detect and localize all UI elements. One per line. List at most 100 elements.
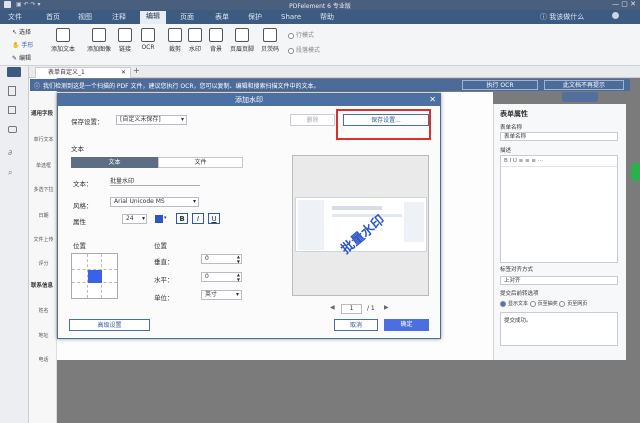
- cancel-button[interactable]: 取消: [334, 319, 378, 331]
- field-address[interactable]: 地址: [31, 332, 56, 339]
- tab-text[interactable]: 文本: [71, 157, 158, 168]
- new-tab-icon[interactable]: +: [133, 66, 140, 75]
- ocr-icon: [141, 28, 155, 42]
- run-ocr-button[interactable]: 执行 OCR: [462, 80, 538, 90]
- tool-hand[interactable]: ✋ 手形: [12, 40, 33, 49]
- next-page-icon[interactable]: ▶: [384, 304, 389, 311]
- watermark-button[interactable]: 水印: [184, 28, 206, 53]
- cursor-icon: ↖: [12, 29, 18, 36]
- add-text-button[interactable]: 添加文本: [50, 28, 76, 53]
- bold-toggle[interactable]: B: [176, 213, 188, 224]
- help-search-link[interactable]: ⓘ 我该做什么: [540, 12, 584, 22]
- watermark-text-input[interactable]: 批量水印: [110, 176, 200, 186]
- ocr-button[interactable]: OCR: [137, 28, 159, 51]
- unit-select[interactable]: 英寸 ▾: [201, 290, 242, 300]
- prev-page-icon[interactable]: ◀: [330, 304, 335, 311]
- spinner-icon[interactable]: ▲ ▼: [237, 272, 240, 282]
- header-footer-button[interactable]: 页眉页脚: [228, 28, 256, 53]
- option-lottery[interactable]: 页至抽奖: [529, 300, 558, 307]
- background-icon: [209, 28, 223, 42]
- option-show-text[interactable]: 显示文本: [500, 300, 528, 307]
- menu-help[interactable]: 帮助: [320, 12, 334, 22]
- menu-form[interactable]: 表单: [215, 12, 229, 22]
- font-color-swatch[interactable]: [155, 215, 163, 223]
- field-radio[interactable]: 单选框: [31, 162, 56, 169]
- menu-protect[interactable]: 保护: [248, 12, 262, 22]
- tool-select[interactable]: ↖ 选择: [12, 27, 31, 36]
- field-single-text[interactable]: 单行文本: [31, 136, 56, 143]
- dismiss-ocr-button[interactable]: 此文档不再提示: [544, 80, 624, 90]
- watermark-icon: [188, 28, 202, 42]
- comment-icon[interactable]: [8, 126, 17, 133]
- link-button[interactable]: 链接: [114, 28, 136, 53]
- position-grid[interactable]: [71, 253, 118, 299]
- success-text-input[interactable]: 提交成功。: [500, 312, 618, 346]
- page-total: / 1: [367, 305, 375, 312]
- horizontal-offset-input[interactable]: 0 ▲ ▼: [201, 272, 242, 282]
- close-tab-icon[interactable]: ✕: [121, 68, 126, 78]
- crop-button[interactable]: 裁剪: [164, 28, 186, 53]
- position-center-cell[interactable]: [88, 270, 102, 283]
- document-tab[interactable]: 表单自定义_1 ✕: [35, 67, 131, 78]
- underline-toggle[interactable]: U: [208, 213, 220, 224]
- pages-icon[interactable]: [8, 86, 16, 96]
- advanced-settings-button[interactable]: 高级设置: [69, 319, 150, 331]
- text-icon: [56, 28, 70, 42]
- contact-heading: 联系信息: [31, 283, 54, 289]
- add-image-button[interactable]: 添加图像: [86, 28, 112, 53]
- tab-file[interactable]: 文件: [158, 157, 243, 168]
- view-toggle-icons[interactable]: [562, 92, 598, 102]
- radio-selected-icon: [500, 300, 506, 307]
- italic-toggle[interactable]: I: [192, 213, 204, 224]
- dialog-close-icon[interactable]: ✕: [429, 95, 436, 104]
- bookmark-icon[interactable]: [8, 106, 16, 114]
- form-name-input[interactable]: 表单名称: [500, 132, 618, 141]
- menu-page[interactable]: 页面: [180, 12, 194, 22]
- spinner-icon[interactable]: ▲ ▼: [237, 254, 240, 264]
- ok-button[interactable]: 确定: [384, 319, 429, 331]
- paragraph-mode-option[interactable]: 段落模式: [288, 45, 320, 54]
- vertical-label: 垂直：: [154, 258, 174, 266]
- field-multiselect[interactable]: 多选下拉: [31, 186, 56, 193]
- window-controls[interactable]: — ▢ ✕: [612, 0, 636, 8]
- menu-file[interactable]: 文件: [8, 12, 22, 22]
- account-icon[interactable]: [612, 12, 619, 19]
- home-icon[interactable]: [7, 67, 21, 77]
- background-button[interactable]: 背景: [205, 28, 227, 53]
- delete-preset-button[interactable]: 删除: [290, 114, 335, 126]
- menu-comment[interactable]: 注释: [112, 12, 126, 22]
- field-phone[interactable]: 电话: [31, 356, 56, 363]
- ocr-message: 我们检测到这是一个扫描的 PDF 文件，建议您执行 OCR，您可以复制、编辑和搜…: [43, 83, 320, 90]
- font-select[interactable]: Arial Unicode MS ▾: [110, 197, 199, 207]
- field-date[interactable]: 日期: [31, 212, 56, 219]
- preset-select[interactable]: [自定义未保存] ▾: [116, 115, 187, 125]
- page-number-input[interactable]: 1: [341, 304, 362, 314]
- text-section-title: 文本: [71, 145, 84, 153]
- field-file-upload[interactable]: 文件上传: [31, 236, 56, 243]
- menu-share[interactable]: Share: [281, 12, 301, 22]
- radio-icon: [529, 300, 536, 307]
- menu-view[interactable]: 视图: [78, 12, 92, 22]
- color-dropdown-icon[interactable]: ▾: [164, 215, 167, 221]
- link-icon: [118, 28, 132, 42]
- line-mode-option[interactable]: 行模式: [288, 30, 314, 39]
- field-rating[interactable]: 评分: [31, 260, 56, 267]
- radio-icon: [288, 32, 294, 39]
- attachment-icon[interactable]: ∂: [8, 148, 12, 157]
- option-webpage[interactable]: 页至网页: [559, 300, 587, 307]
- tool-edit[interactable]: ✎ 编辑: [12, 53, 31, 62]
- search-icon[interactable]: ⌕: [8, 168, 12, 178]
- menu-home[interactable]: 首页: [46, 12, 60, 22]
- chevron-down-icon: ▾: [192, 198, 196, 205]
- floating-assistant-icon[interactable]: [631, 163, 640, 181]
- description-editor[interactable]: B I U ≡ ≡ ≡ ⋯: [500, 155, 618, 263]
- menu-edit[interactable]: 编辑: [140, 11, 166, 24]
- editor-toolbar[interactable]: B I U ≡ ≡ ≡ ⋯: [501, 156, 617, 167]
- info-icon: ⓘ: [34, 83, 41, 90]
- add-watermark-dialog: 添加水印 ✕ 保存设置： [自定义未保存] ▾ 删除 保存设置... 文本 文本 …: [57, 93, 441, 339]
- font-size-select[interactable]: 24 ▾: [122, 214, 147, 224]
- vertical-offset-input[interactable]: 0 ▲ ▼: [201, 254, 242, 264]
- bates-number-button[interactable]: 贝茨码: [258, 28, 282, 53]
- field-name[interactable]: 姓名: [31, 307, 56, 314]
- label-align-select[interactable]: 上对齐: [500, 276, 618, 285]
